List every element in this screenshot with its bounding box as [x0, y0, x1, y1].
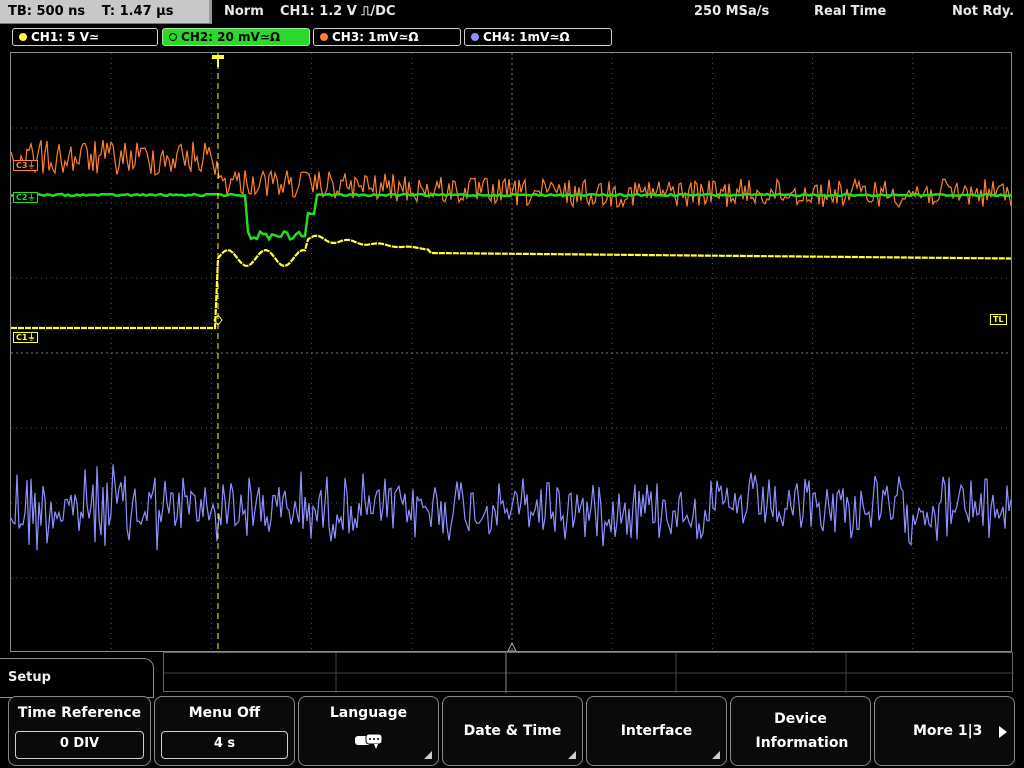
info-strip — [163, 652, 1014, 693]
softkey-time-reference[interactable]: Time Reference 0 DIV — [8, 696, 151, 766]
channel-tabs: CH1: 5 V≃ CH2: 20 mV≃Ω CH3: 1mV≃Ω CH4: 1… — [0, 26, 1024, 50]
submenu-corner-icon — [712, 751, 720, 759]
status-bar: TB: 500 ns T: 1.47 µs Norm CH1: 1.2 V ⎍/… — [0, 0, 1024, 26]
speech-bubbles-icon — [355, 733, 383, 749]
info-strip-grid — [164, 653, 1014, 693]
ch2-color-icon — [169, 32, 177, 41]
channel-tab-ch2[interactable]: CH2: 20 mV≃Ω — [162, 28, 310, 46]
softkey-label: Date & Time — [463, 723, 562, 739]
ch1-color-icon — [19, 32, 27, 41]
ch2-trace — [11, 192, 1011, 242]
ch2-marker-label: C2 — [16, 193, 28, 202]
next-page-arrow-icon — [999, 726, 1007, 738]
sample-rate: 250 MSa/s — [694, 4, 770, 19]
softkey-value: 0 DIV — [15, 731, 144, 759]
softkey-value: 4 s — [161, 731, 288, 759]
softkey-label: Menu Off — [188, 705, 261, 721]
trigger-level-label: TL — [993, 315, 1004, 324]
softkey-menu-off[interactable]: Menu Off 4 s — [154, 696, 295, 766]
softkey-label: Device Information — [755, 711, 849, 751]
menu-title: Setup — [0, 658, 154, 698]
trigger-level-marker[interactable]: TL — [990, 314, 1007, 325]
trigger-info[interactable]: CH1: 1.2 V ⎍/DC — [280, 3, 396, 21]
channel-label: CH3: 1mV≃Ω — [332, 30, 419, 44]
timebase-value: TB: 500 ns — [8, 4, 86, 19]
waveform-display[interactable]: C3⏚ C2⏚ C1⏚ TL — [10, 52, 1012, 652]
softkey-label: Time Reference — [17, 705, 142, 721]
softkey-device-information[interactable]: Device Information — [730, 696, 871, 766]
softkey-language[interactable]: Language — [298, 696, 439, 766]
softkey-date-time[interactable]: Date & Time — [442, 696, 583, 766]
trigger-mode[interactable]: Norm — [224, 3, 264, 21]
ch3-color-icon — [320, 32, 328, 41]
ch1-offset-marker[interactable]: C1⏚ — [13, 332, 39, 343]
ch3-offset-marker[interactable]: C3⏚ — [13, 160, 39, 171]
softkey-interface[interactable]: Interface — [586, 696, 727, 766]
channel-tab-ch1[interactable]: CH1: 5 V≃ — [12, 28, 158, 46]
channel-label: CH4: 1mV≃Ω — [483, 30, 570, 44]
waveform-canvas — [11, 53, 1011, 651]
ch3-marker-label: C3 — [16, 161, 28, 170]
softkey-label: Language — [329, 705, 408, 721]
acquisition-mode[interactable]: Real Time — [814, 3, 886, 21]
ch1-marker-label: C1 — [16, 333, 28, 342]
ch2-offset-marker[interactable]: C2⏚ — [13, 192, 39, 203]
trigger-position-icon — [212, 55, 224, 67]
channel-tab-ch3[interactable]: CH3: 1mV≃Ω — [313, 28, 461, 46]
channel-tab-ch4[interactable]: CH4: 1mV≃Ω — [464, 28, 612, 46]
acquisition-state: Not Rdy. — [952, 4, 1015, 19]
trigger-time-value: T: 1.47 µs — [101, 4, 174, 19]
submenu-corner-icon — [424, 751, 432, 759]
ch4-trace — [11, 464, 1011, 551]
channel-label: CH2: 20 mV≃Ω — [181, 30, 281, 44]
timebase-box[interactable]: TB: 500 ns T: 1.47 µs — [0, 0, 212, 24]
submenu-corner-icon — [568, 751, 576, 759]
softkey-more[interactable]: More 1|3 — [874, 696, 1015, 766]
ch4-color-icon — [471, 32, 479, 41]
softkey-label: More 1|3 — [913, 723, 983, 739]
softkey-label: Interface — [620, 723, 693, 739]
menu-title-label: Setup — [8, 670, 51, 685]
channel-label: CH1: 5 V≃ — [31, 30, 100, 44]
